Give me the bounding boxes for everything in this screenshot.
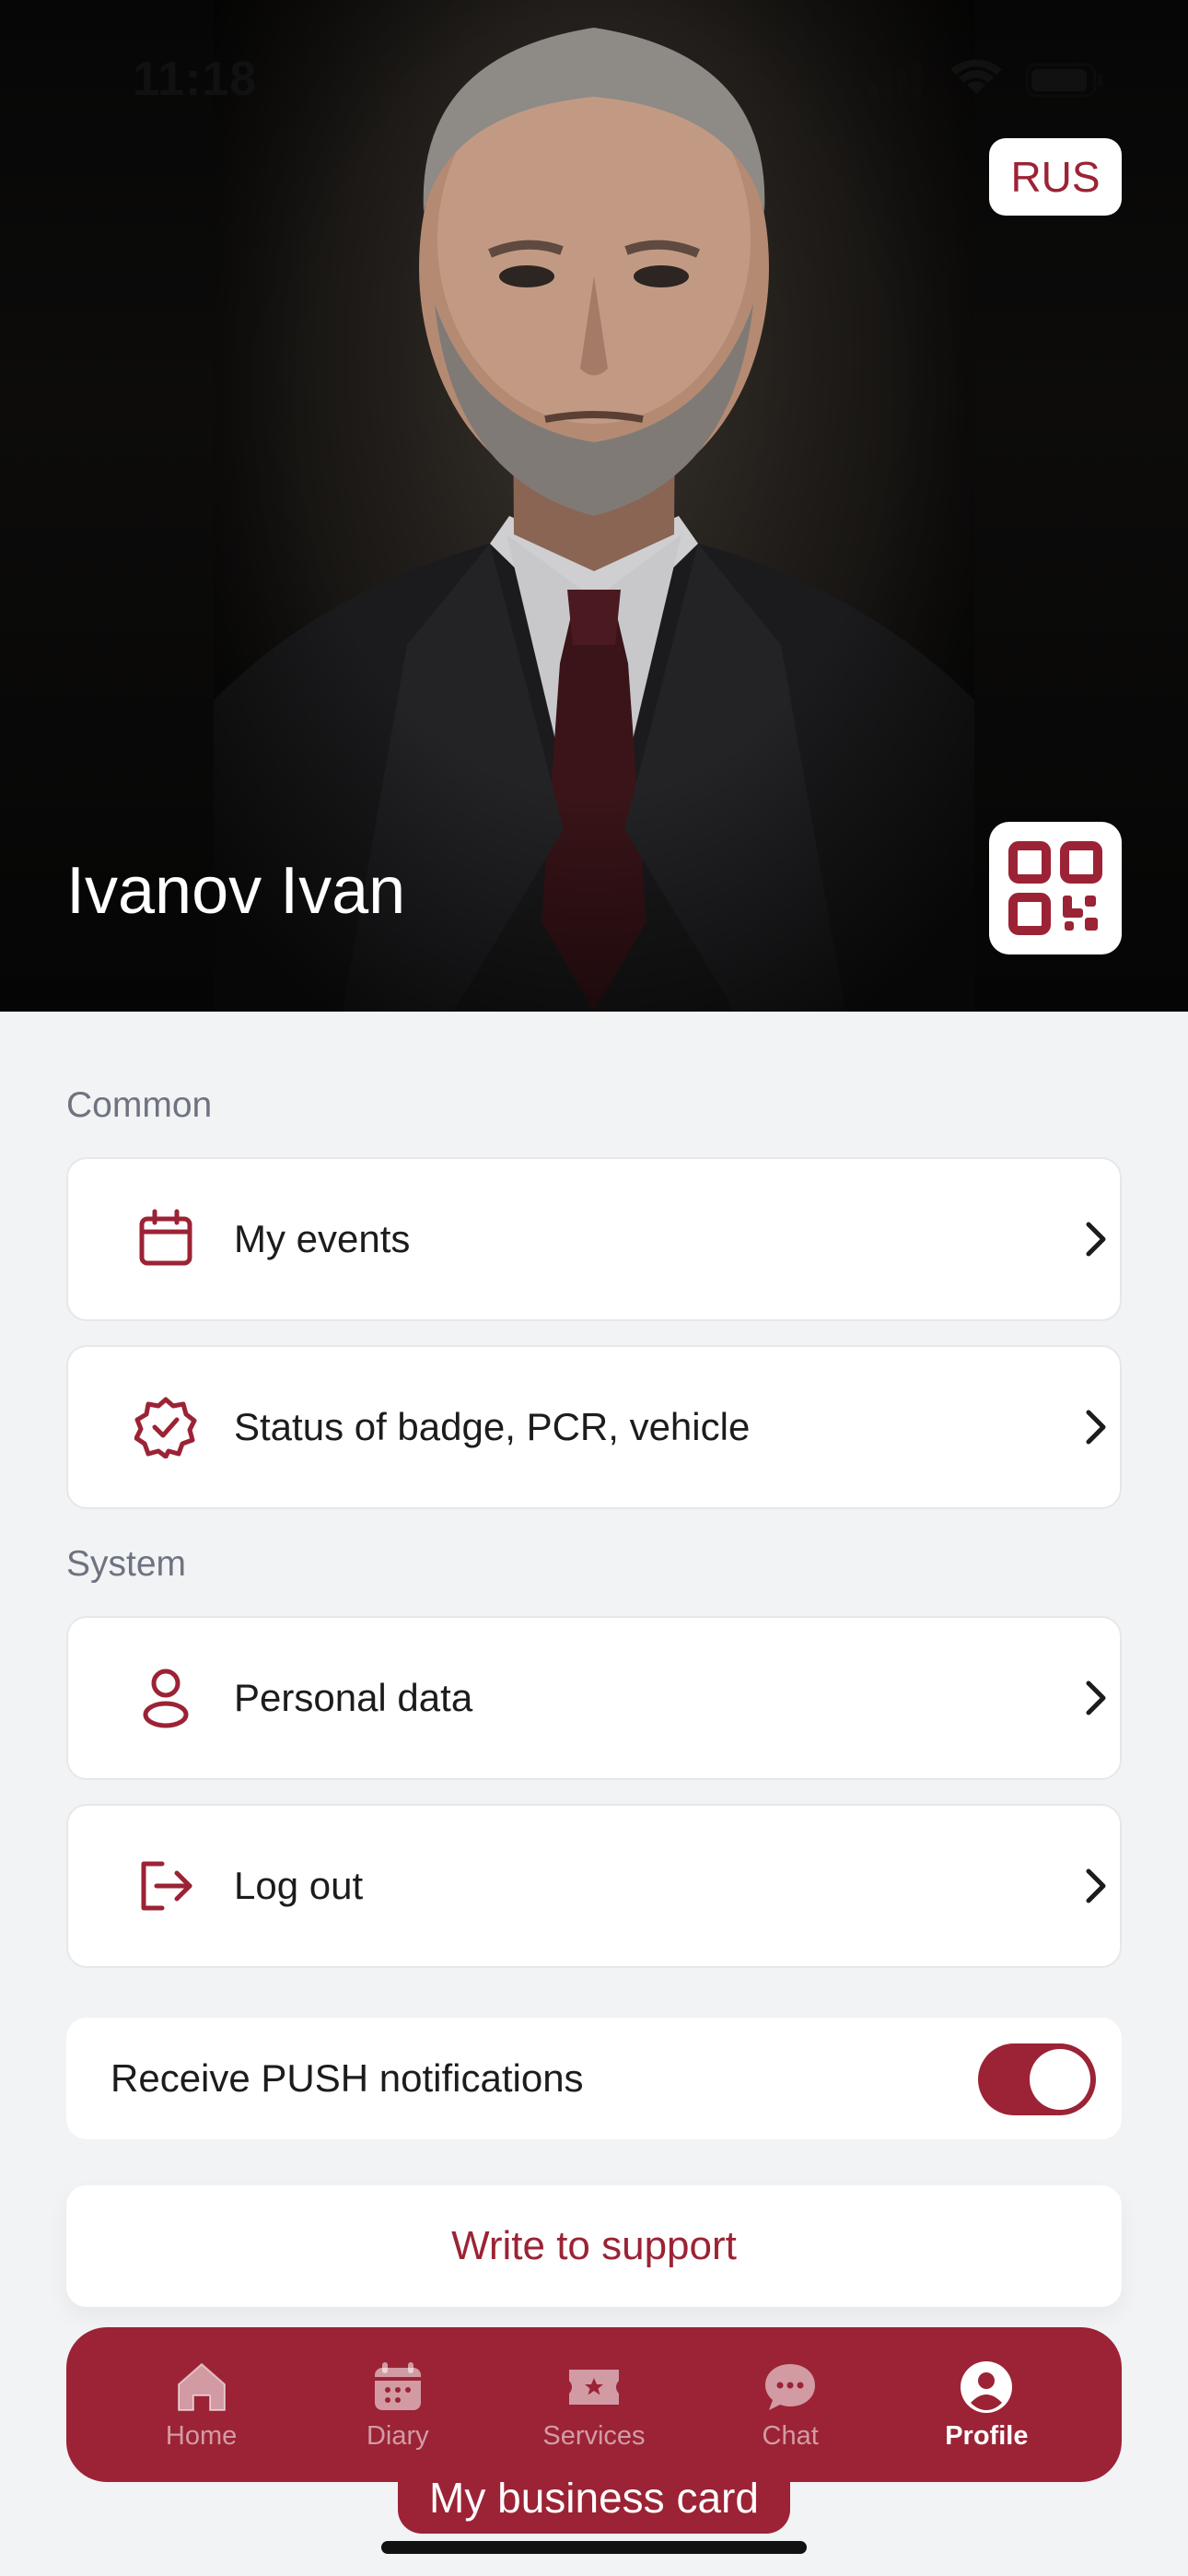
battery-icon <box>1025 63 1102 98</box>
nav-item-chat[interactable]: Chat <box>703 2359 878 2452</box>
status-icons <box>868 59 1102 98</box>
chevron-right-icon <box>1086 1868 1106 1903</box>
ticket-star-icon <box>568 2369 619 2405</box>
cellular-signal-icon <box>868 63 921 96</box>
nav-label: Chat <box>762 2420 819 2451</box>
menu-item-badge-status[interactable]: Status of badge, PCR, vehicle <box>66 1345 1122 1509</box>
profile-name: Ivanov Ivan <box>66 854 406 928</box>
badge-check-icon <box>134 1397 197 1458</box>
chevron-right-icon <box>1086 1222 1106 1257</box>
toggle-knob <box>1030 2049 1090 2110</box>
status-bar: 11:18 <box>0 0 1188 157</box>
nav-label: Profile <box>945 2420 1029 2451</box>
push-notifications-label: Receive PUSH notifications <box>111 2056 584 2100</box>
write-to-support-button[interactable]: Write to support <box>66 2185 1122 2307</box>
home-icon <box>177 2362 226 2411</box>
menu-item-personal-data[interactable]: Personal data <box>66 1616 1122 1780</box>
language-button[interactable]: RUS <box>989 138 1122 216</box>
wifi-icon <box>950 59 1002 94</box>
home-indicator <box>381 2541 807 2554</box>
profile-icon <box>961 2360 1013 2413</box>
nav-item-services[interactable]: Services <box>507 2359 681 2452</box>
chevron-right-icon <box>1086 1680 1106 1715</box>
menu-item-label: Personal data <box>234 1676 473 1719</box>
profile-hero: 11:18 RUS Ivanov Ivan <box>0 0 1188 1012</box>
nav-item-profile[interactable]: Profile <box>899 2359 1074 2452</box>
section-label-system: System <box>66 1544 187 1584</box>
status-time: 11:18 <box>133 53 258 106</box>
section-label-common: Common <box>66 1085 213 1125</box>
qr-code-button[interactable] <box>989 822 1122 954</box>
logout-icon <box>141 1861 192 1911</box>
menu-item-log-out[interactable]: Log out <box>66 1804 1122 1968</box>
push-notifications-toggle[interactable] <box>978 2043 1096 2115</box>
bottom-navigation: Home Diary Services Chat Profile <box>66 2327 1122 2482</box>
nav-label: Services <box>542 2420 646 2451</box>
qr-code-icon <box>1008 841 1102 935</box>
push-notifications-row: Receive PUSH notifications <box>66 2018 1122 2139</box>
menu-item-label: Status of badge, PCR, vehicle <box>234 1405 751 1448</box>
nav-label: Home <box>165 2420 238 2451</box>
calendar-icon <box>139 1209 192 1266</box>
menu-item-label: My events <box>234 1217 411 1260</box>
nav-item-home[interactable]: Home <box>114 2359 289 2452</box>
menu-item-label: Log out <box>234 1864 364 1907</box>
nav-label: Diary <box>366 2420 429 2451</box>
nav-item-diary[interactable]: Diary <box>310 2359 485 2452</box>
user-icon <box>143 1669 189 1728</box>
calendar-icon <box>374 2361 421 2410</box>
chevron-right-icon <box>1086 1410 1106 1445</box>
menu-item-my-events[interactable]: My events <box>66 1157 1122 1321</box>
chat-bubble-icon <box>765 2363 816 2410</box>
